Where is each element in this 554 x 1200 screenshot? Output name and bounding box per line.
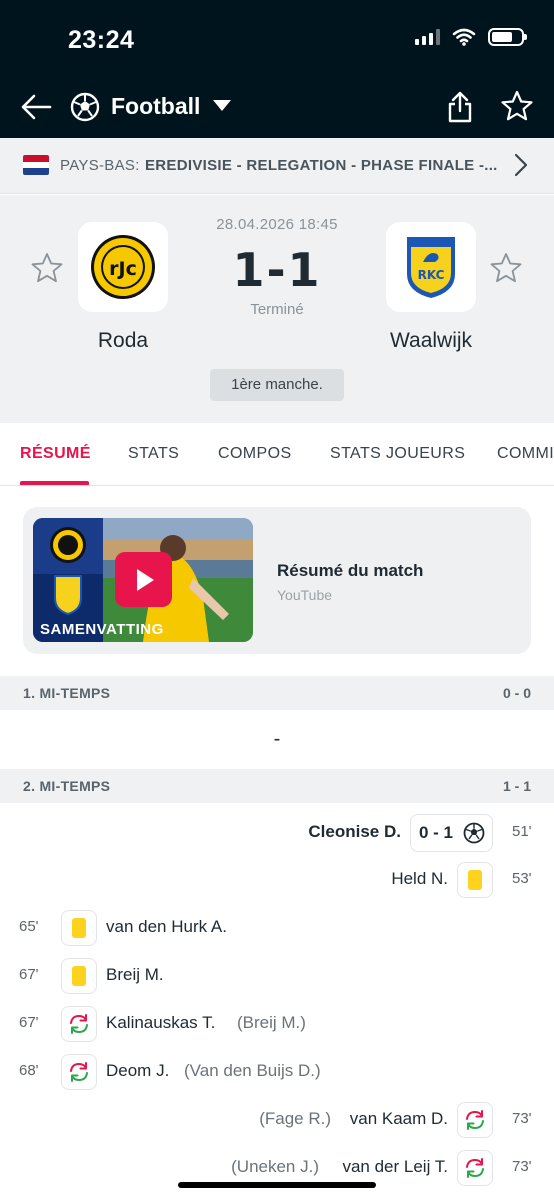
status-icons [415,28,527,46]
home-favorite-star-icon[interactable] [31,252,63,284]
league-country: PAYS-BAS: [60,157,140,174]
favorite-star-icon[interactable] [501,90,533,122]
goal-ball-icon [463,822,485,844]
rkc-crest-icon: RKC [407,237,455,298]
home-team-logo[interactable]: rJc [78,222,168,312]
event-player[interactable]: van der Leij T. [342,1157,448,1177]
video-title[interactable]: Résumé du match [277,561,423,581]
event-row-substitution[interactable]: 68' Deom J. (Van den Buijs D.) [0,1054,554,1090]
home-indicator[interactable] [178,1182,376,1188]
event-player[interactable]: Kalinauskas T. [106,1013,215,1033]
event-minute: 51' [512,823,532,840]
active-tab-indicator [20,481,89,485]
substitution-icon [61,1006,97,1042]
event-row-substitution[interactable]: 67' Kalinauskas T. (Breij M.) [0,1006,554,1042]
period-header-second-half: 2. MI-TEMPS 1 - 1 [0,769,554,803]
round-badge: 1ère manche. [210,369,344,401]
no-events-placeholder: - [273,728,281,750]
league-bar[interactable]: PAYS-BAS: EREDIVISIE - RELEGATION - PHAS… [0,138,554,194]
video-thumbnail[interactable]: SAMENVATTING [33,518,253,642]
soccer-ball-icon[interactable] [70,92,100,122]
period-label: 1. MI-TEMPS [23,685,111,701]
event-player[interactable]: van Kaam D. [350,1109,448,1129]
home-team-name[interactable]: Roda [53,329,193,353]
substitution-icon [61,1054,97,1090]
event-minute: 67' [19,966,39,983]
event-minute: 68' [19,1062,39,1079]
event-player[interactable]: van den Hurk A. [106,917,227,937]
event-player[interactable]: Deom J. [106,1061,169,1081]
dropdown-caret-icon[interactable] [213,100,231,111]
video-source: YouTube [277,587,333,603]
yellow-card-icon [61,910,97,946]
svg-text:rJc: rJc [109,258,137,280]
event-minute: 73' [512,1110,532,1127]
share-icon[interactable] [445,90,475,124]
away-favorite-star-icon[interactable] [490,252,522,284]
period-score: 1 - 1 [502,778,531,794]
event-row-yellow-card[interactable]: 65' van den Hurk A. [0,910,554,946]
cell-signal-icon [415,29,440,45]
away-team-name[interactable]: Waalwijk [361,329,501,353]
svg-text:RKC: RKC [418,268,445,282]
goal-score: 0 - 1 [419,823,454,842]
match-status: Terminé [250,301,304,318]
event-row-substitution[interactable]: (Fage R.) van Kaam D. 73' [0,1102,554,1138]
roda-crest-icon: rJc [91,235,155,299]
match-date: 28.04.2026 18:45 [216,216,338,233]
battery-icon [488,28,527,46]
event-minute: 73' [512,1158,532,1175]
event-player[interactable]: Cleonise D. [308,822,401,842]
period-label: 2. MI-TEMPS [23,778,111,794]
nav-bar: Football [0,84,554,130]
league-name: EREDIVISIE - RELEGATION - PHASE FINALE -… [145,157,498,174]
yellow-card-icon [61,958,97,994]
period-score: 0 - 0 [502,685,531,701]
event-minute: 67' [19,1014,39,1031]
wifi-icon [452,28,476,46]
yellow-card-icon [457,862,493,898]
tab-compos[interactable]: COMPOS [218,445,292,463]
app-header: 23:24 Football [0,0,554,138]
chevron-right-icon[interactable] [514,153,528,177]
event-player-out[interactable]: (Fage R.) [259,1109,331,1129]
sport-title[interactable]: Football [111,93,200,120]
tab-stats[interactable]: STATS [128,445,179,463]
substitution-icon [457,1102,493,1138]
back-arrow-icon[interactable] [20,92,52,122]
event-player-out[interactable]: (Van den Buijs D.) [184,1061,321,1081]
highlight-video-card[interactable]: SAMENVATTING Résumé du match YouTube [23,507,531,654]
event-player-out[interactable]: (Uneken J.) [231,1157,319,1177]
tab-bar: RÉSUMÉ STATS COMPOS STATS JOUEURS COMMI [0,423,554,486]
event-row-substitution[interactable]: (Uneken J.) van der Leij T. 73' [0,1150,554,1186]
event-minute: 53' [512,870,532,887]
period-header-first-half: 1. MI-TEMPS 0 - 0 [0,676,554,710]
match-header: rJc Roda 28.04.2026 18:45 1-1 Terminé RK… [0,195,554,423]
event-row-goal[interactable]: Cleonise D. 0 - 1 51' [0,814,554,852]
event-row-yellow-card[interactable]: 67' Breij M. [0,958,554,994]
event-player-out[interactable]: (Breij M.) [237,1013,306,1033]
event-minute: 65' [19,918,39,935]
tab-stats-joueurs[interactable]: STATS JOUEURS [330,445,465,463]
netherlands-flag-icon [23,155,49,175]
goal-score-badge: 0 - 1 [410,814,493,852]
tab-resume[interactable]: RÉSUMÉ [20,445,91,463]
substitution-icon [457,1150,493,1186]
event-player[interactable]: Breij M. [106,965,164,985]
event-row-yellow-card[interactable]: Held N. 53' [0,862,554,898]
tab-commentary[interactable]: COMMI [497,445,554,463]
status-time: 23:24 [68,26,135,54]
video-thumbnail-label: SAMENVATTING [40,621,164,638]
play-button[interactable] [115,552,172,607]
match-score: 1-1 [232,243,322,297]
away-team-logo[interactable]: RKC [386,222,476,312]
event-player[interactable]: Held N. [391,869,448,889]
